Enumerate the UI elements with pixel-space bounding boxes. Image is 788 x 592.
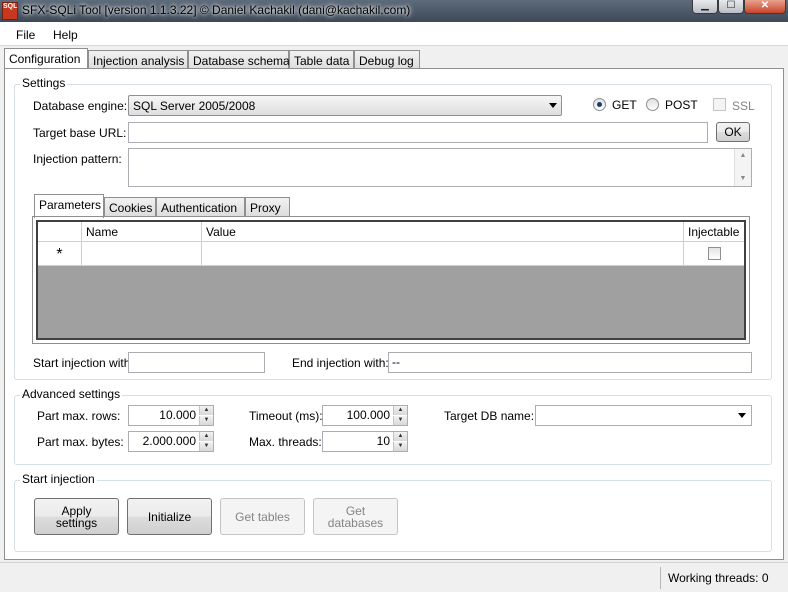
- ssl-checkbox[interactable]: [713, 98, 726, 111]
- post-label: POST: [665, 98, 698, 112]
- subtab-authentication[interactable]: Authentication: [156, 197, 245, 217]
- window-title: SFX-SQLi Tool [version 1.1.3.22] © Danie…: [22, 3, 411, 17]
- spin-up-icon[interactable]: ▲: [199, 406, 213, 415]
- menu-bar: File Help: [0, 22, 788, 46]
- part-rows-value: 10.000: [159, 408, 196, 422]
- app-icon: SQL: [2, 2, 18, 20]
- parameters-grid[interactable]: Name Value Injectable *: [36, 220, 746, 340]
- injection-pattern-input[interactable]: [128, 148, 752, 187]
- settings-group-label: Settings: [20, 76, 68, 90]
- menu-help[interactable]: Help: [53, 28, 78, 42]
- get-tables-button[interactable]: Get tables: [220, 498, 305, 535]
- subtab-proxy[interactable]: Proxy: [245, 197, 290, 217]
- end-injection-input[interactable]: --: [388, 352, 752, 373]
- pattern-scrollbar[interactable]: ▲ ▼: [734, 149, 751, 186]
- apply-settings-line2: settings: [55, 515, 98, 530]
- database-engine-select[interactable]: SQL Server 2005/2008: [128, 95, 562, 116]
- tab-debug-log[interactable]: Debug log: [354, 50, 420, 70]
- title-bar: SQL SFX-SQLi Tool [version 1.1.3.22] © D…: [0, 0, 788, 22]
- menu-file[interactable]: File: [16, 28, 35, 42]
- database-engine-value: SQL Server 2005/2008: [133, 99, 256, 113]
- part-rows-label: Part max. rows:: [37, 409, 121, 423]
- scroll-up-icon[interactable]: ▲: [735, 149, 751, 163]
- tab-injection-analysis[interactable]: Injection analysis: [88, 50, 188, 70]
- scroll-down-icon[interactable]: ▼: [735, 172, 751, 186]
- minimize-button[interactable]: ▁: [692, 0, 718, 14]
- part-bytes-stepper[interactable]: 2.000.000 ▲ ▼: [128, 431, 214, 452]
- tab-database-schema[interactable]: Database schema: [188, 50, 290, 70]
- database-engine-label: Database engine:: [33, 99, 128, 113]
- close-button[interactable]: ✕: [744, 0, 786, 14]
- get-label: GET: [612, 98, 637, 112]
- max-threads-value: 10: [376, 434, 390, 448]
- grid-header-corner: [38, 222, 82, 242]
- spin-up-icon[interactable]: ▲: [199, 432, 213, 441]
- part-bytes-label: Part max. bytes:: [37, 435, 124, 449]
- get-databases-line1: Get: [345, 503, 366, 518]
- get-radio[interactable]: [593, 98, 606, 111]
- start-injection-input[interactable]: [128, 352, 265, 373]
- timeout-label: Timeout (ms):: [249, 409, 323, 423]
- max-threads-label: Max. threads:: [249, 435, 322, 449]
- name-cell[interactable]: [82, 242, 202, 266]
- apply-settings-button[interactable]: Apply settings: [34, 498, 119, 535]
- spin-up-icon[interactable]: ▲: [393, 432, 407, 441]
- value-cell[interactable]: [202, 242, 684, 266]
- column-name[interactable]: Name: [82, 222, 202, 242]
- target-url-label: Target base URL:: [33, 126, 127, 140]
- spin-down-icon[interactable]: ▼: [393, 442, 407, 451]
- injection-pattern-label: Injection pattern:: [33, 152, 122, 166]
- apply-settings-line1: Apply: [61, 503, 92, 518]
- tab-table-data[interactable]: Table data: [289, 50, 354, 70]
- part-rows-stepper[interactable]: 10.000 ▲ ▼: [128, 405, 214, 426]
- initialize-button[interactable]: Initialize: [127, 498, 212, 535]
- get-databases-button[interactable]: Get databases: [313, 498, 398, 535]
- spin-down-icon[interactable]: ▼: [393, 416, 407, 425]
- maximize-button[interactable]: ☐: [718, 0, 744, 14]
- subtab-cookies[interactable]: Cookies: [104, 197, 156, 217]
- spin-up-icon[interactable]: ▲: [393, 406, 407, 415]
- working-threads-status: Working threads: 0: [668, 571, 769, 585]
- spin-down-icon[interactable]: ▼: [199, 416, 213, 425]
- timeout-value: 100.000: [346, 408, 390, 422]
- column-injectable[interactable]: Injectable: [684, 222, 744, 242]
- chevron-down-icon: [549, 103, 557, 108]
- injectable-cell[interactable]: [684, 242, 744, 266]
- injectable-checkbox[interactable]: [708, 247, 721, 260]
- target-db-select[interactable]: [535, 405, 752, 426]
- part-bytes-value: 2.000.000: [142, 434, 196, 448]
- chevron-down-icon: [738, 413, 746, 418]
- timeout-stepper[interactable]: 100.000 ▲ ▼: [322, 405, 408, 426]
- end-injection-label: End injection with:: [292, 356, 389, 370]
- get-databases-line2: databases: [327, 515, 384, 530]
- table-row[interactable]: *: [38, 242, 744, 266]
- target-db-label: Target DB name:: [444, 409, 535, 423]
- grid-header: Name Value Injectable: [38, 222, 744, 242]
- spin-down-icon[interactable]: ▼: [199, 442, 213, 451]
- status-bar: Working threads: 0: [0, 562, 788, 592]
- ok-button[interactable]: OK: [716, 122, 750, 142]
- max-threads-stepper[interactable]: 10 ▲ ▼: [322, 431, 408, 452]
- target-url-input[interactable]: [128, 122, 708, 143]
- start-injection-label: Start injection with:: [33, 356, 134, 370]
- tab-configuration[interactable]: Configuration: [4, 48, 88, 70]
- new-row-marker: *: [38, 242, 82, 266]
- subtab-parameters[interactable]: Parameters: [34, 194, 104, 218]
- ssl-label: SSL: [732, 99, 755, 113]
- post-radio[interactable]: [646, 98, 659, 111]
- column-value[interactable]: Value: [202, 222, 684, 242]
- advanced-settings-label: Advanced settings: [20, 387, 123, 401]
- start-injection-group-label: Start injection: [20, 472, 97, 486]
- status-separator: [660, 567, 661, 589]
